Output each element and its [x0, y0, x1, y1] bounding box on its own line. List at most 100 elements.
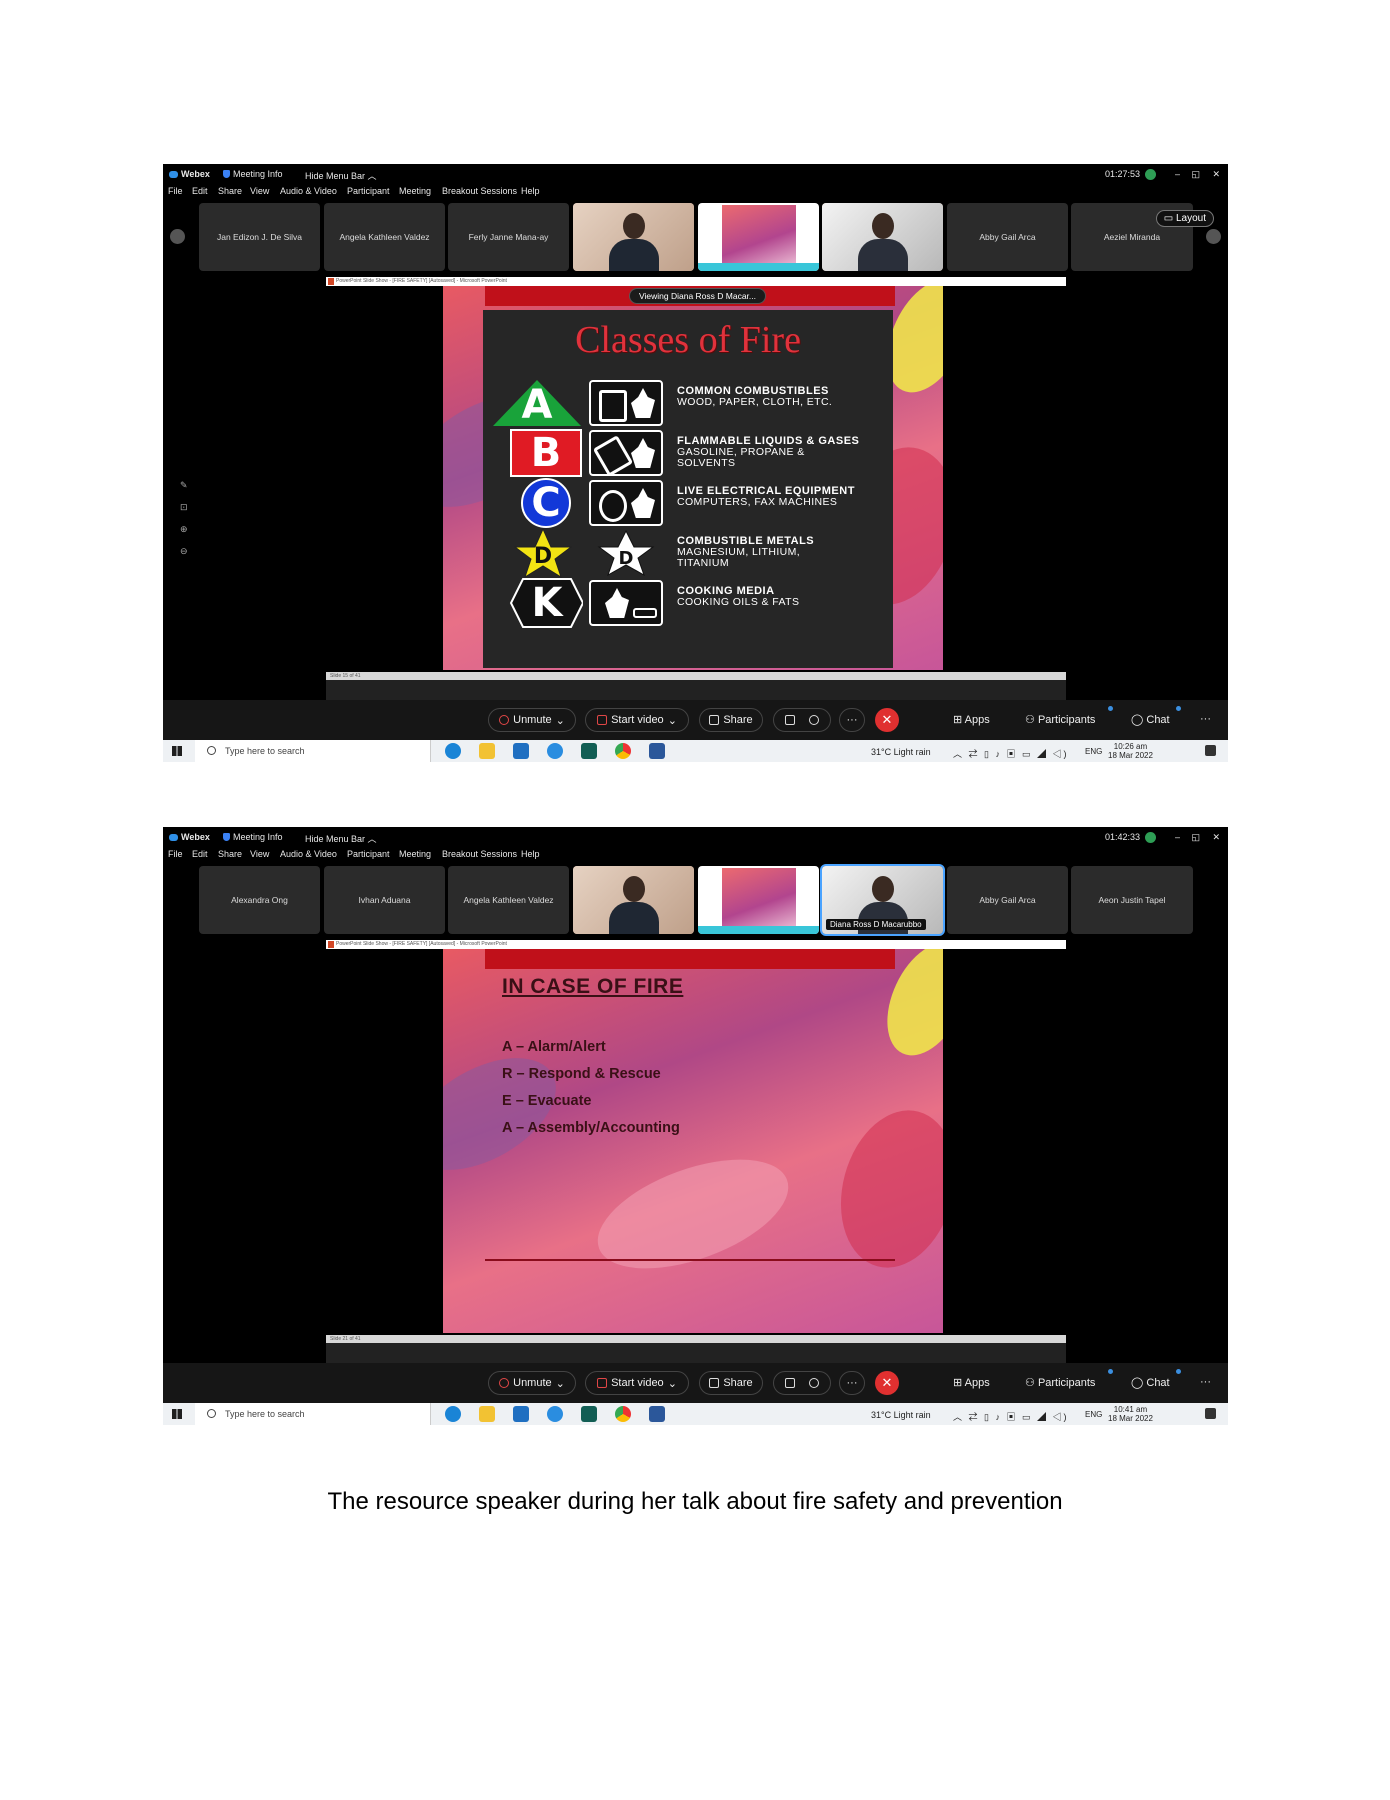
menu-file[interactable]: File: [168, 849, 183, 859]
weather-widget[interactable]: 31°C Light rain: [871, 747, 931, 757]
mail-icon[interactable]: [513, 743, 529, 759]
chrome-icon[interactable]: [615, 1406, 631, 1422]
participant-tile[interactable]: Ivhan Aduana: [324, 866, 445, 934]
notifications-icon[interactable]: [1205, 1408, 1216, 1419]
participant-tile[interactable]: Abby Gail Arca: [947, 203, 1068, 271]
menu-audio-video[interactable]: Audio & Video: [280, 186, 337, 196]
more-options-button[interactable]: ···: [839, 708, 865, 732]
minimize-button[interactable]: –: [1175, 832, 1180, 842]
participants-button[interactable]: ⚇ Participants: [1025, 713, 1095, 726]
meeting-timer: 01:42:33: [1104, 832, 1140, 842]
participant-tile[interactable]: Alexandra Ong: [199, 866, 320, 934]
menu-help[interactable]: Help: [521, 849, 540, 859]
menu-meeting[interactable]: Meeting: [399, 186, 431, 196]
zoom-in-icon[interactable]: ⊕: [180, 518, 188, 540]
menu-view[interactable]: View: [250, 186, 269, 196]
participants-button[interactable]: ⚇ Participants: [1025, 1376, 1095, 1389]
word-icon[interactable]: [649, 743, 665, 759]
reactions-group[interactable]: [773, 708, 831, 732]
language-indicator[interactable]: ENG: [1085, 1410, 1102, 1419]
word-icon[interactable]: [649, 1406, 665, 1422]
speaker-video-tile[interactable]: Diana Ross D Macarubbo: [820, 864, 945, 936]
menu-view[interactable]: View: [250, 849, 269, 859]
language-indicator[interactable]: ENG: [1085, 747, 1102, 756]
start-video-button[interactable]: Start video ⌄: [585, 1371, 689, 1395]
chat-button[interactable]: ◯ Chat: [1131, 1376, 1170, 1389]
apps-button[interactable]: ⊞ Apps: [953, 713, 990, 726]
overflow-menu-button[interactable]: ···: [1200, 1376, 1211, 1388]
participant-tile[interactable]: Angela Kathleen Valdez: [324, 203, 445, 271]
end-call-button[interactable]: ✕: [875, 708, 899, 732]
menu-edit[interactable]: Edit: [192, 849, 208, 859]
windows-start-icon[interactable]: [172, 746, 182, 756]
notifications-icon[interactable]: [1205, 745, 1216, 756]
reactions-group[interactable]: [773, 1371, 831, 1395]
chat-button[interactable]: ◯ Chat: [1131, 713, 1170, 726]
close-button[interactable]: ✕: [1212, 169, 1220, 180]
share-button[interactable]: Share: [699, 1371, 763, 1395]
weather-widget[interactable]: 31°C Light rain: [871, 1410, 931, 1420]
participant-tile[interactable]: Aeon Justin Tapel: [1071, 866, 1193, 934]
webex-app-icon[interactable]: [547, 743, 563, 759]
windows-start-icon[interactable]: [172, 1409, 182, 1419]
layout-button[interactable]: ▭ Layout: [1155, 210, 1214, 227]
shared-content-thumbnail[interactable]: [698, 203, 819, 271]
teams-icon[interactable]: [581, 743, 597, 759]
speaker-video-tile[interactable]: [822, 203, 943, 271]
start-video-button[interactable]: Start video ⌄: [585, 708, 689, 732]
menu-help[interactable]: Help: [521, 186, 540, 196]
hide-menu-bar-button[interactable]: Hide Menu Bar ︿: [305, 169, 377, 182]
menu-participant[interactable]: Participant: [347, 186, 390, 196]
system-tray-icons[interactable]: ︿ ⇄ ▯ ♪ ▣ ▭ ◢ ◁): [953, 747, 1068, 760]
system-tray-icons[interactable]: ︿ ⇄ ▯ ♪ ▣ ▭ ◢ ◁): [953, 1410, 1068, 1423]
participant-tile[interactable]: Ferly Janne Mana-ay: [448, 203, 569, 271]
edge-icon[interactable]: [445, 1406, 461, 1422]
taskbar-search-box[interactable]: Type here to search: [195, 740, 431, 762]
webex-app-icon[interactable]: [547, 1406, 563, 1422]
menu-share[interactable]: Share: [218, 186, 242, 196]
pointer-icon[interactable]: ⊡: [180, 496, 188, 518]
chrome-icon[interactable]: [615, 743, 631, 759]
scroll-right-arrow-icon[interactable]: [1206, 229, 1221, 244]
taskbar-clock[interactable]: 10:26 am 18 Mar 2022: [1108, 742, 1153, 760]
minimize-button[interactable]: –: [1175, 169, 1180, 179]
menu-audio-video[interactable]: Audio & Video: [280, 849, 337, 859]
maximize-button[interactable]: ◱: [1191, 832, 1200, 843]
share-button[interactable]: Share: [699, 708, 763, 732]
taskbar-search-box[interactable]: Type here to search: [195, 1403, 431, 1425]
participant-tile[interactable]: Abby Gail Arca: [947, 866, 1068, 934]
menu-participant[interactable]: Participant: [347, 849, 390, 859]
annotate-icon[interactable]: ✎: [180, 474, 188, 496]
more-options-button[interactable]: ···: [839, 1371, 865, 1395]
menu-edit[interactable]: Edit: [192, 186, 208, 196]
unmute-button[interactable]: Unmute ⌄: [488, 1371, 576, 1395]
menu-share[interactable]: Share: [218, 849, 242, 859]
apps-button[interactable]: ⊞ Apps: [953, 1376, 990, 1389]
maximize-button[interactable]: ◱: [1191, 169, 1200, 180]
teams-icon[interactable]: [581, 1406, 597, 1422]
participant-video-tile[interactable]: [573, 203, 694, 271]
taskbar-clock[interactable]: 10:41 am 18 Mar 2022: [1108, 1405, 1153, 1423]
hide-menu-bar-button[interactable]: Hide Menu Bar ︿: [305, 832, 377, 845]
close-button[interactable]: ✕: [1212, 832, 1220, 843]
participant-tile[interactable]: Angela Kathleen Valdez: [448, 866, 569, 934]
unmute-button[interactable]: Unmute ⌄: [488, 708, 576, 732]
menu-meeting[interactable]: Meeting: [399, 849, 431, 859]
menu-breakout-sessions[interactable]: Breakout Sessions: [442, 186, 517, 196]
participant-video-tile[interactable]: [573, 866, 694, 934]
shared-content-thumbnail[interactable]: [698, 866, 819, 934]
mail-icon[interactable]: [513, 1406, 529, 1422]
edge-icon[interactable]: [445, 743, 461, 759]
participant-tile[interactable]: Jan Edizon J. De Silva: [199, 203, 320, 271]
slide-title: Classes of Fire: [575, 319, 801, 361]
menu-breakout-sessions[interactable]: Breakout Sessions: [442, 849, 517, 859]
scroll-left-arrow-icon[interactable]: [170, 229, 185, 244]
file-explorer-icon[interactable]: [479, 1406, 495, 1422]
meeting-info-button[interactable]: Meeting Info: [223, 832, 283, 842]
end-call-button[interactable]: ✕: [875, 1371, 899, 1395]
file-explorer-icon[interactable]: [479, 743, 495, 759]
zoom-out-icon[interactable]: ⊖: [180, 540, 188, 562]
menu-file[interactable]: File: [168, 186, 183, 196]
meeting-info-button[interactable]: Meeting Info: [223, 169, 283, 179]
overflow-menu-button[interactable]: ···: [1200, 713, 1211, 725]
